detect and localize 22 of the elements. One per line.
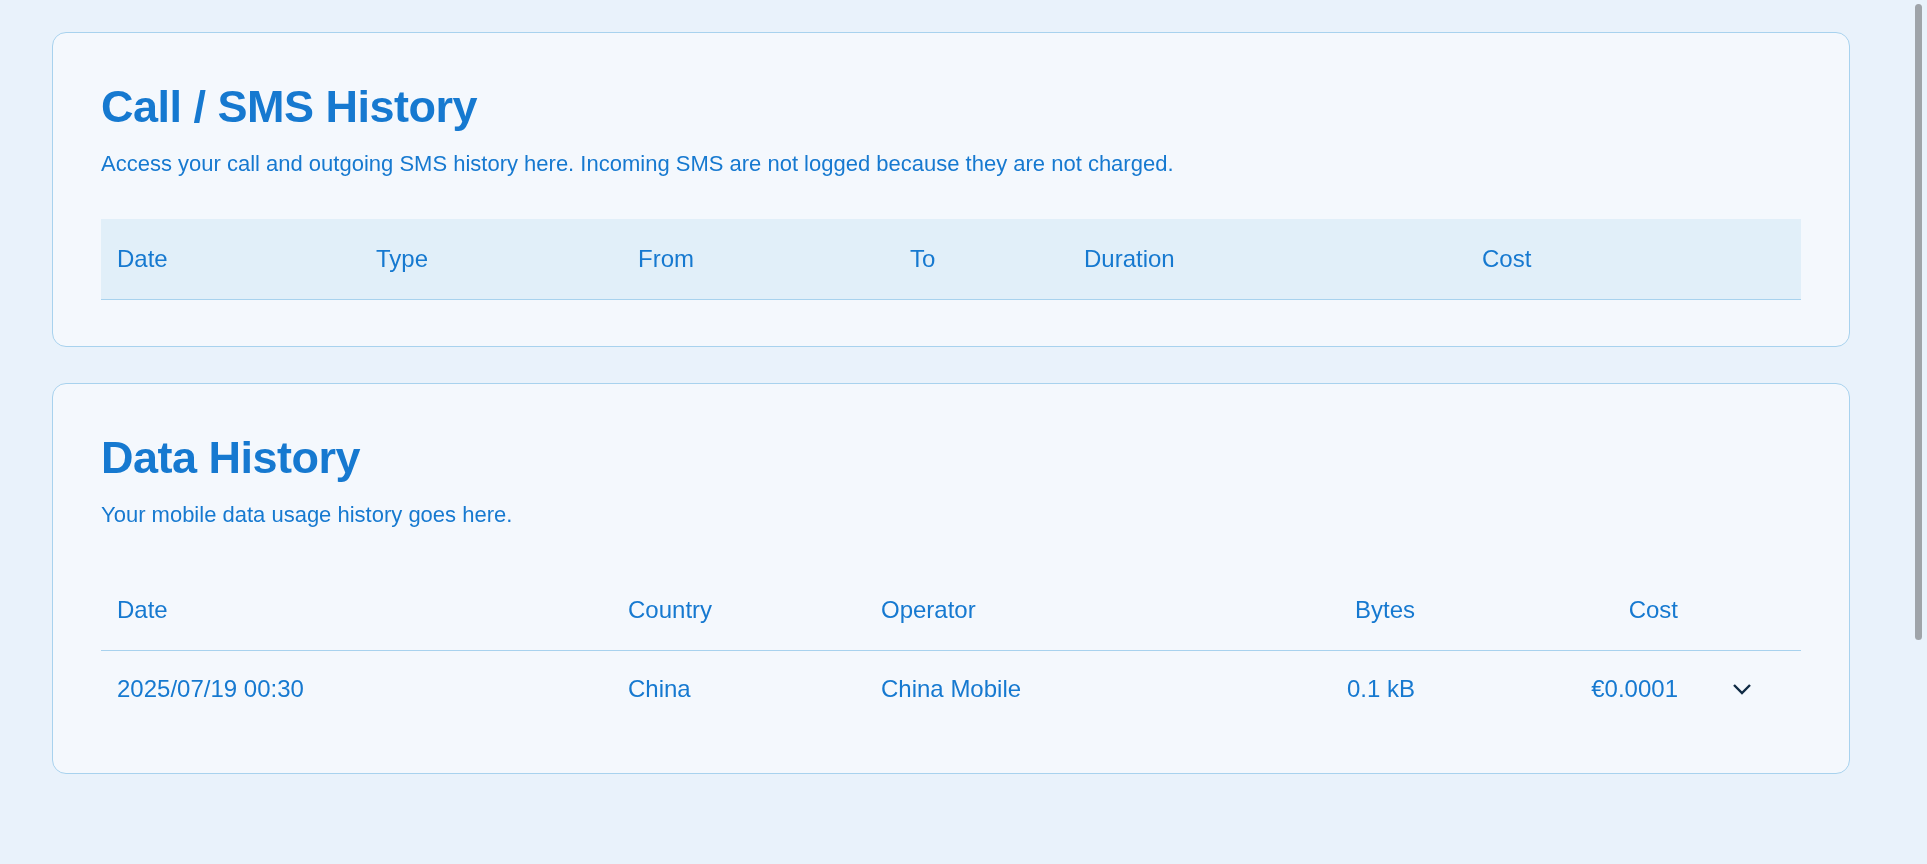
column-header: To [909, 245, 937, 273]
section-description: Your mobile data usage history goes here. [101, 502, 514, 528]
section-title: Call / SMS History [101, 81, 479, 133]
chevron-down-icon [1732, 683, 1752, 695]
column-header: Bytes [1353, 596, 1416, 624]
table-cell-text: €0.0001 [1590, 675, 1679, 703]
table-cell-text: China Mobile [880, 675, 1023, 703]
column-header: Cost [1627, 596, 1679, 624]
column-header: Date [116, 596, 169, 624]
column-header: From [637, 245, 695, 273]
column-header: Type [375, 245, 430, 273]
column-header: Country [627, 596, 714, 624]
scrollbar-thumb[interactable] [1915, 4, 1922, 640]
table-cell-text: 0.1 kB [1345, 675, 1416, 703]
column-header: Operator [880, 596, 977, 624]
section-title: Data History [101, 432, 362, 484]
column-header: Date [116, 245, 169, 273]
section-description: Access your call and outgoing SMS history here. Incoming SMS are not logged because they are not charged. [101, 151, 1175, 177]
table-cell-text: China [627, 675, 692, 703]
table-cell-text: 2025/07/19 00:30 [116, 675, 305, 703]
column-header: Duration [1083, 245, 1176, 273]
column-header: Cost [1481, 245, 1533, 273]
